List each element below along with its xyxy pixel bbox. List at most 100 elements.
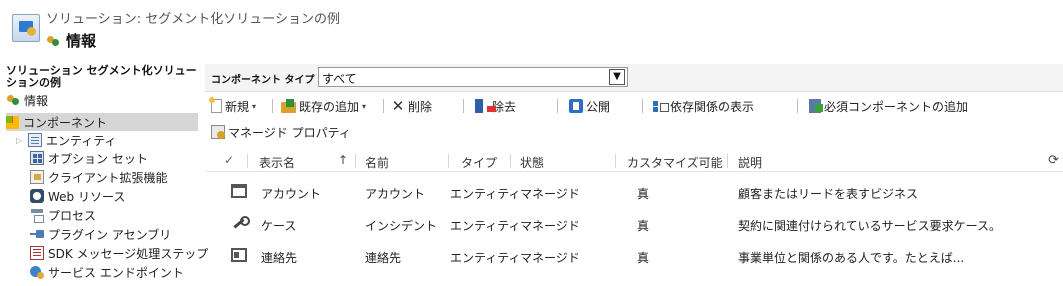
plugin-assembly-icon <box>30 227 44 241</box>
column-header-type[interactable]: タイプ <box>461 154 497 171</box>
cell-type: エンティティ <box>450 187 521 201</box>
toolbar-divider <box>272 99 273 113</box>
process-icon <box>30 208 44 223</box>
cell-display-name: 連絡先 <box>261 251 298 265</box>
cell-name: アカウント <box>365 187 426 201</box>
publish-icon <box>569 99 583 113</box>
web-resource-icon <box>30 189 44 203</box>
main-panel: コンポーネント タイプ すべて ▼ 新規 ▾ 既存の追加 ▾ ✕ 削除 除去 公… <box>205 62 1063 286</box>
column-header-state[interactable]: 状態 <box>520 154 544 171</box>
solution-logo-icon <box>12 14 40 42</box>
chevron-down-icon: ▾ <box>362 101 367 111</box>
component-type-label: コンポーネント タイプ <box>211 75 315 86</box>
new-label: 新規 <box>225 99 250 114</box>
nav-item-label: SDK メッセージ処理ステップ <box>48 246 209 261</box>
nav-item-web-resources[interactable]: Web リソース <box>30 187 210 205</box>
service-endpoint-icon <box>30 265 44 279</box>
toolbar-divider <box>797 99 798 113</box>
nav-item-sdk-steps[interactable]: SDK メッセージ処理ステップ <box>30 244 210 262</box>
cell-state: マネージド <box>520 219 580 233</box>
publish-label: 公開 <box>586 99 611 114</box>
new-button[interactable]: 新規 ▾ <box>209 97 257 115</box>
solution-nav: ソリューション セグメント化ソリューションの例 情報 コンポーネント ▷ エンテ… <box>0 62 208 286</box>
case-icon <box>231 216 250 230</box>
column-header-name[interactable]: 名前 <box>365 154 389 171</box>
column-header-description[interactable]: 説明 <box>738 154 762 171</box>
chevron-down-icon[interactable]: ▼ <box>609 69 625 85</box>
expand-triangle-icon[interactable]: ▷ <box>16 136 24 145</box>
table-row[interactable]: ケース インシデント エンティティ マネージド 真 契約に関連付けられているサー… <box>205 209 1063 239</box>
nav-item-option-sets[interactable]: オプション セット <box>30 149 210 167</box>
toolbar-second-row: マネージド プロパティ <box>205 121 505 143</box>
nav-item-processes[interactable]: プロセス <box>30 206 210 224</box>
table-row[interactable]: アカウント アカウント エンティティ マネージド 真 顧客またはリードを表すビジ… <box>205 177 1063 207</box>
column-divider <box>727 154 728 168</box>
nav-item-components[interactable]: コンポーネント <box>6 113 198 131</box>
cell-state: マネージド <box>520 187 580 201</box>
column-divider <box>355 154 356 168</box>
delete-x-icon: ✕ <box>391 97 405 115</box>
nav-item-service-endpoints[interactable]: サービス エンドポイント <box>30 263 210 281</box>
cell-description: 契約に関連付けられているサービス要求ケース。 <box>738 219 1002 233</box>
nav-item-entities[interactable]: ▷ エンティティ <box>16 131 196 149</box>
component-type-filter-bar: コンポーネント タイプ すべて ▼ <box>205 64 1063 92</box>
column-header-customizable[interactable]: カスタマイズ可能 <box>627 154 723 171</box>
refresh-icon[interactable]: ⟳ <box>1048 153 1059 168</box>
toolbar-divider <box>557 99 558 113</box>
add-required-components-button[interactable]: 必須コンポーネントの追加 <box>809 97 968 115</box>
managed-properties-label: マネージド プロパティ <box>228 125 351 140</box>
cell-name: 連絡先 <box>365 251 402 265</box>
solution-subtitle: ソリューション: セグメント化ソリューションの例 <box>46 12 340 27</box>
cell-name: インシデント <box>365 219 438 233</box>
column-divider <box>615 154 616 168</box>
nav-item-label: Web リソース <box>48 189 126 204</box>
component-type-select[interactable]: すべて ▼ <box>318 67 628 87</box>
remove-icon <box>475 99 496 113</box>
nav-item-client-extensions[interactable]: クライアント拡張機能 <box>30 168 210 186</box>
chevron-down-icon: ▾ <box>252 101 257 111</box>
managed-properties-button[interactable]: マネージド プロパティ <box>211 123 351 141</box>
nav-item-label: プラグイン アセンブリ <box>48 227 172 242</box>
add-required-icon <box>809 99 823 113</box>
managed-properties-icon <box>211 125 225 139</box>
remove-button[interactable]: 除去 <box>475 97 516 115</box>
delete-button[interactable]: ✕ 削除 <box>391 97 432 115</box>
add-existing-icon <box>281 98 296 113</box>
table-row[interactable]: 連絡先 連絡先 エンティティ マネージド 真 事業単位と関係のある人です。たとえ… <box>205 241 1063 271</box>
component-type-value: すべて <box>322 72 357 86</box>
grid-header: ✓ 表示名 ↑ 名前 タイプ 状態 カスタマイズ可能 説明 ⟳ <box>205 150 1063 172</box>
cell-description: 事業単位と関係のある人です。たとえば... <box>738 251 965 265</box>
cell-type: エンティティ <box>450 251 521 265</box>
cell-customizable: 真 <box>637 251 650 265</box>
toolbar: 新規 ▾ 既存の追加 ▾ ✕ 削除 除去 公開 依存関係の表示 必須コンポーネン… <box>205 95 1063 117</box>
nav-item-label: コンポーネント <box>23 115 108 130</box>
add-existing-button[interactable]: 既存の追加 ▾ <box>281 97 366 115</box>
nav-item-label: 情報 <box>24 93 49 108</box>
delete-label: 削除 <box>408 99 433 114</box>
column-divider <box>247 154 248 168</box>
publish-button[interactable]: 公開 <box>569 97 610 115</box>
cell-customizable: 真 <box>637 219 650 233</box>
toolbar-divider <box>383 99 384 113</box>
select-all-check-icon[interactable]: ✓ <box>224 153 234 167</box>
nav-item-label: エンティティ <box>46 133 117 148</box>
column-divider <box>448 154 449 168</box>
contact-icon <box>231 248 247 262</box>
nav-item-information[interactable]: 情報 <box>6 91 198 109</box>
show-dependencies-button[interactable]: 依存関係の表示 <box>653 97 754 115</box>
cell-type: エンティティ <box>450 219 521 233</box>
nav-solution-title: ソリューション セグメント化ソリューションの例 <box>6 64 197 89</box>
toolbar-divider <box>642 99 643 113</box>
nav-item-plugin-assemblies[interactable]: プラグイン アセンブリ <box>30 225 210 243</box>
nav-item-label: サービス エンドポイント <box>48 265 184 280</box>
sdk-step-icon <box>30 246 44 260</box>
column-header-display-name[interactable]: 表示名 <box>259 154 295 171</box>
entity-icon <box>28 133 42 147</box>
new-icon <box>209 97 222 113</box>
nav-item-label: プロセス <box>48 208 97 223</box>
add-existing-label: 既存の追加 <box>299 99 360 114</box>
cell-display-name: アカウント <box>261 187 322 201</box>
sort-ascending-icon[interactable]: ↑ <box>338 153 348 167</box>
components-icon <box>6 115 19 129</box>
page-title-row: 情報 <box>46 30 96 51</box>
